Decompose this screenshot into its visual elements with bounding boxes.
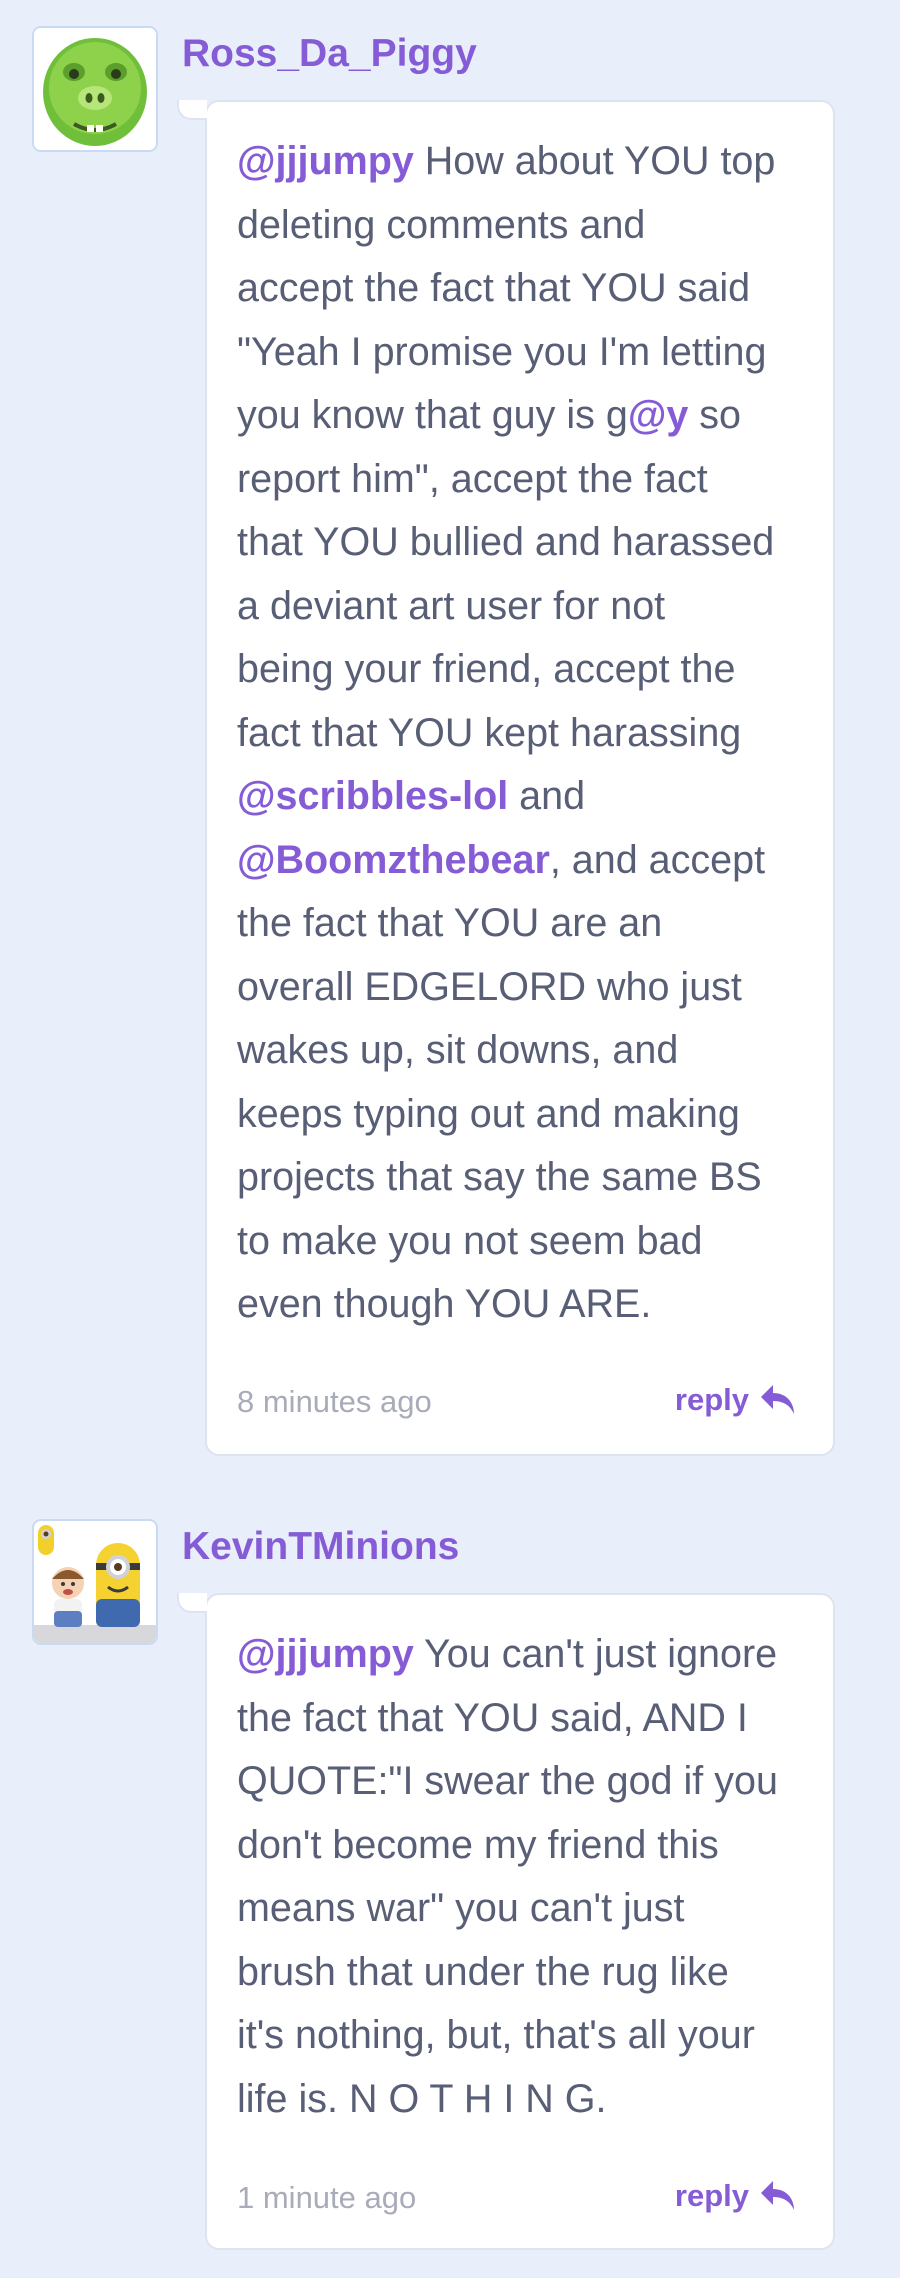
comment-line: a deviant art user for not bbox=[237, 575, 817, 639]
comment-time: 8 minutes ago bbox=[237, 1384, 432, 1419]
comment-text-segment: accept the fact that YOU said bbox=[237, 266, 751, 310]
comment-bubble: @jjjumpy You can't just ignore the fact t… bbox=[177, 1593, 835, 2250]
comment-line: deleting comments and bbox=[237, 194, 817, 258]
username[interactable]: KevinTMinions bbox=[182, 1519, 459, 1575]
comment-text-segment: QUOTE:"I swear the god if you bbox=[237, 1759, 778, 1803]
reply-label: reply bbox=[674, 2178, 749, 2213]
reply-arrow-icon bbox=[761, 2181, 794, 2210]
comment-time: 1 minute ago bbox=[237, 2180, 417, 2215]
comment-line: QUOTE:"I swear the god if you bbox=[237, 1750, 817, 1814]
comment-line: accept the fact that YOU said bbox=[237, 257, 817, 321]
comment-line: @jjjumpy How about YOU top bbox=[237, 130, 817, 194]
comment-text-segment: to make you not seem bad bbox=[237, 1218, 703, 1263]
bubble-tail bbox=[177, 100, 207, 120]
comment-text-segment: report him", accept the fact bbox=[237, 456, 708, 501]
comment-text-segment: the fact that YOU are an bbox=[237, 901, 663, 945]
reply-label: reply bbox=[674, 1382, 749, 1417]
comment-text-segment: life is. N O T H I N G. bbox=[237, 2076, 607, 2121]
comment-line: report him", accept the fact bbox=[237, 448, 817, 512]
mention-link[interactable]: @jjjumpy bbox=[237, 139, 414, 183]
comment-line: @jjjumpy You can't just ignore bbox=[237, 1623, 817, 1687]
comment-bubble: @jjjumpy How about YOU top deleting comme… bbox=[177, 100, 835, 1456]
comment-text-segment: even though YOU ARE. bbox=[237, 1282, 652, 1326]
mention-link[interactable]: @scribbles-lol bbox=[237, 774, 508, 818]
comment-line: that YOU bullied and harassed bbox=[237, 511, 817, 575]
comment-text-segment: being your friend, accept the bbox=[237, 647, 736, 691]
comment-line: it's nothing, but, that's all your bbox=[237, 2004, 817, 2068]
bubble-tail bbox=[177, 1593, 207, 1613]
comment-text-segment: that YOU bullied and harassed bbox=[237, 520, 775, 564]
reply-arrow-icon bbox=[761, 1385, 794, 1414]
comment-text-segment: You can't just ignore bbox=[413, 1632, 778, 1676]
comment-line: the fact that YOU are an bbox=[237, 892, 817, 956]
mention-link[interactable]: @Boomzthebear bbox=[237, 838, 550, 882]
comment-line: means war" you can't just bbox=[237, 1877, 817, 1941]
comment-line: fact that YOU kept harassing bbox=[237, 702, 817, 766]
comment-text-segment: deleting comments and bbox=[237, 202, 646, 247]
avatar[interactable] bbox=[32, 1519, 158, 1645]
comment-line: you know that guy is g@y so bbox=[237, 384, 817, 448]
comment-text-segment: don't become my friend this bbox=[237, 1822, 719, 1867]
comment-line: keeps typing out and making bbox=[237, 1083, 817, 1147]
comment-text-segment: keeps typing out and making bbox=[237, 1091, 740, 1136]
comment-text-segment: brush that under the rug like bbox=[237, 1949, 729, 1994]
comment-text-segment: fact that YOU kept harassing bbox=[237, 710, 742, 755]
mention-link[interactable]: @y bbox=[628, 393, 688, 437]
comment-line: "Yeah I promise you I'm letting bbox=[237, 321, 817, 385]
username[interactable]: Ross_Da_Piggy bbox=[182, 26, 477, 82]
comment-text-segment: so bbox=[688, 393, 742, 437]
comment-line: being your friend, accept the bbox=[237, 638, 817, 702]
comment-text-segment: How about YOU top bbox=[413, 139, 776, 183]
comment-line: brush that under the rug like bbox=[237, 1941, 817, 2005]
comment-text-segment: projects that say the same BS bbox=[237, 1155, 762, 1199]
comment-text: @jjjumpy You can't just ignore the fact t… bbox=[237, 1623, 817, 2131]
comment-text-segment: "Yeah I promise you I'm letting bbox=[237, 329, 767, 374]
comment-line: even though YOU ARE. bbox=[237, 1273, 817, 1337]
comment-text-segment: it's nothing, but, that's all your bbox=[237, 2013, 755, 2057]
comment-footer: 8 minutes ago reply bbox=[237, 1382, 797, 1422]
comment-text-segment: you know that guy is g bbox=[237, 393, 628, 437]
minion-avatar-icon bbox=[34, 1521, 156, 1643]
comment-line: to make you not seem bad bbox=[237, 1210, 817, 1274]
comment-text-segment: wakes up, sit downs, and bbox=[237, 1028, 679, 1072]
comment-line: the fact that YOU said, AND I bbox=[237, 1687, 817, 1751]
comment-text-segment: and bbox=[508, 774, 586, 818]
comment-text-segment: overall EDGELORD who just bbox=[237, 964, 742, 1009]
comment-footer: 1 minute ago reply bbox=[237, 2178, 797, 2218]
comment-text: @jjjumpy How about YOU top deleting comme… bbox=[237, 130, 817, 1337]
mention-link[interactable]: @jjjumpy bbox=[237, 1632, 414, 1676]
comment-line: life is. N O T H I N G. bbox=[237, 2068, 817, 2132]
avatar[interactable] bbox=[32, 26, 158, 152]
comment-line: projects that say the same BS bbox=[237, 1146, 817, 1210]
comment-text-segment: , and accept bbox=[549, 837, 766, 882]
comment-line: don't become my friend this bbox=[237, 1814, 817, 1878]
comment-text-segment: means war" you can't just bbox=[237, 1886, 685, 1930]
reply-button[interactable]: reply bbox=[675, 2176, 797, 2216]
green-pig-avatar-icon bbox=[34, 28, 156, 150]
comment-text-segment: a deviant art user for not bbox=[237, 583, 666, 628]
comment-text-segment: the fact that YOU said, AND I bbox=[237, 1695, 748, 1740]
comment-line: overall EDGELORD who just bbox=[237, 956, 817, 1020]
reply-button[interactable]: reply bbox=[675, 1380, 797, 1420]
comment-line: wakes up, sit downs, and bbox=[237, 1019, 817, 1083]
comment-line: @Boomzthebear, and accept bbox=[237, 829, 817, 893]
comment-line: @scribbles-lol and bbox=[237, 765, 817, 829]
